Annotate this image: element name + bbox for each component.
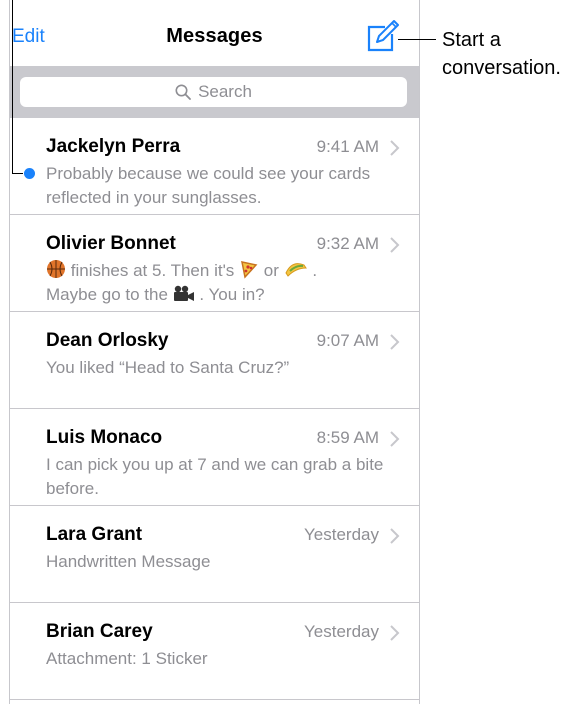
unread-callout-line-vertical: [12, 0, 13, 174]
page-title: Messages: [166, 25, 263, 47]
message-time: Yesterday: [304, 622, 379, 641]
message-preview: Attachment: 1 Sticker: [46, 649, 208, 668]
sender-name: Jackelyn Perra: [46, 136, 181, 157]
message-preview: You liked “Head to Santa Cruz?”: [46, 358, 290, 377]
message-time: Yesterday: [304, 525, 379, 544]
conversation-row[interactable]: Luis Monaco 8:59 AM I can pick you up at…: [10, 409, 419, 506]
taco-icon: [285, 263, 307, 277]
preview-text: Maybe go to the: [46, 285, 168, 304]
preview-text: . You in?: [199, 285, 265, 304]
search-input[interactable]: Search: [20, 77, 407, 107]
basketball-icon: [47, 260, 65, 278]
preview-text: or: [263, 261, 279, 280]
compose-icon: [367, 20, 399, 52]
pizza-icon: [241, 261, 258, 279]
chevron-right-icon: [390, 528, 400, 544]
unread-indicator: [24, 168, 35, 179]
chevron-right-icon: [390, 237, 400, 253]
navigation-bar: Edit Messages: [10, 0, 419, 66]
conversation-row[interactable]: Lara Grant Yesterday Handwritten Message: [10, 506, 419, 603]
unread-callout-line-horizontal: [12, 173, 23, 174]
conversation-list: Jackelyn Perra 9:41 AM Probably because …: [10, 118, 419, 700]
preview-text: .: [312, 261, 318, 280]
search-placeholder: Search: [198, 82, 252, 101]
sender-name: Luis Monaco: [46, 427, 163, 448]
message-time: 8:59 AM: [316, 428, 379, 447]
message-time: 9:41 AM: [316, 137, 379, 156]
preview-text: finishes at 5. Then it's: [70, 261, 235, 280]
chevron-right-icon: [390, 431, 400, 447]
movie-camera-icon: [173, 285, 194, 301]
message-preview: finishes at 5. Then it's or . Maybe go t…: [46, 259, 396, 307]
message-time: 9:07 AM: [316, 331, 379, 350]
messages-screen: Edit Messages Search Jackelyn Perra 9:41…: [9, 0, 420, 704]
message-time: 9:32 AM: [316, 234, 379, 253]
sender-name: Lara Grant: [46, 524, 143, 545]
chevron-right-icon: [390, 140, 400, 156]
chevron-right-icon: [390, 334, 400, 350]
conversation-row[interactable]: Dean Orlosky 9:07 AM You liked “Head to …: [10, 312, 419, 409]
message-preview: Handwritten Message: [46, 552, 211, 571]
chevron-right-icon: [390, 625, 400, 641]
compose-callout-text: Start a conversation.: [442, 29, 561, 79]
sender-name: Olivier Bonnet: [46, 233, 176, 254]
search-icon: [175, 84, 191, 100]
conversation-row[interactable]: Jackelyn Perra 9:41 AM Probably because …: [10, 118, 419, 215]
conversation-row[interactable]: Olivier Bonnet 9:32 AM finishes at 5. Th…: [10, 215, 419, 312]
conversation-row[interactable]: Brian Carey Yesterday Attachment: 1 Stic…: [10, 603, 419, 700]
sender-name: Brian Carey: [46, 621, 153, 642]
compose-button[interactable]: [365, 17, 399, 53]
message-preview: Probably because we could see your cards…: [46, 164, 371, 207]
search-bar: Search: [10, 66, 419, 118]
sender-name: Dean Orlosky: [46, 330, 169, 351]
compose-callout-line: [398, 39, 436, 40]
message-preview: I can pick you up at 7 and we can grab a…: [46, 455, 384, 498]
